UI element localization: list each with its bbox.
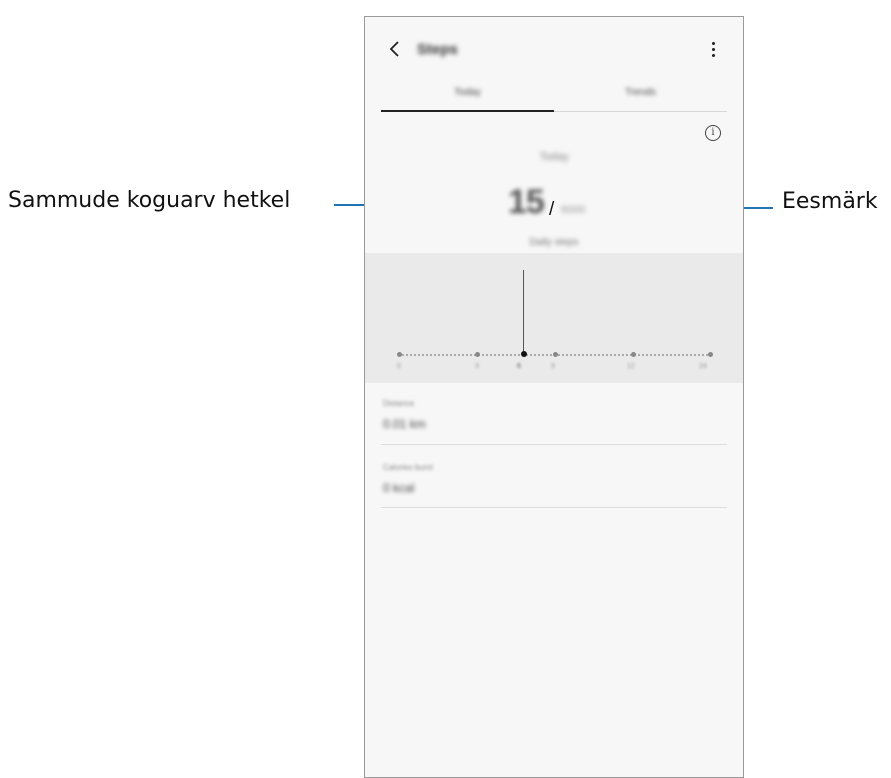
- callout-current-steps: Sammude koguarv hetkel: [8, 188, 291, 213]
- x-tick-label-selected: 6: [517, 363, 521, 370]
- chart-point: [475, 352, 480, 357]
- tab-trends[interactable]: Trends: [554, 87, 727, 98]
- section-label: Today: [539, 151, 569, 163]
- steps-timeline-chart[interactable]: 0 3 6 9 12 24: [365, 253, 743, 383]
- divider: [381, 444, 727, 445]
- callout-goal: Eesmärk: [782, 189, 878, 214]
- x-tick-label: 24: [699, 363, 707, 370]
- goal-steps-value: 6000: [561, 204, 586, 216]
- distance-value: 0.01 km: [383, 417, 426, 431]
- tab-today[interactable]: Today: [381, 87, 554, 98]
- calories-value: 0 kcal: [383, 481, 415, 495]
- x-tick-label: 0: [397, 363, 401, 370]
- chevron-left-icon[interactable]: [387, 39, 403, 59]
- info-icon[interactable]: i: [705, 125, 721, 141]
- divider: [381, 507, 727, 508]
- chart-point-current: [521, 351, 527, 357]
- x-tick-label: 9: [551, 363, 555, 370]
- calories-label: Calories burnt: [383, 463, 433, 472]
- x-tick-label: 12: [627, 363, 635, 370]
- x-tick-label: 3: [475, 363, 479, 370]
- chart-point: [631, 352, 636, 357]
- current-steps-value: 15: [508, 183, 545, 221]
- page-title: Steps: [417, 41, 458, 58]
- phone-screen: Steps Today Trends i Today 15 / 6000 Dai…: [364, 16, 744, 778]
- distance-label: Distance: [383, 399, 415, 408]
- more-vertical-icon[interactable]: [709, 42, 717, 62]
- steps-separator: /: [549, 199, 555, 220]
- chart-point: [708, 352, 713, 357]
- chart-point: [553, 352, 558, 357]
- current-time-marker: [523, 270, 524, 354]
- chart-point: [397, 352, 402, 357]
- tab-bar: Today Trends: [381, 81, 727, 113]
- daily-steps-label: Daily steps: [529, 237, 579, 248]
- app-bar: Steps: [365, 17, 743, 81]
- tab-selected-indicator: [381, 110, 554, 112]
